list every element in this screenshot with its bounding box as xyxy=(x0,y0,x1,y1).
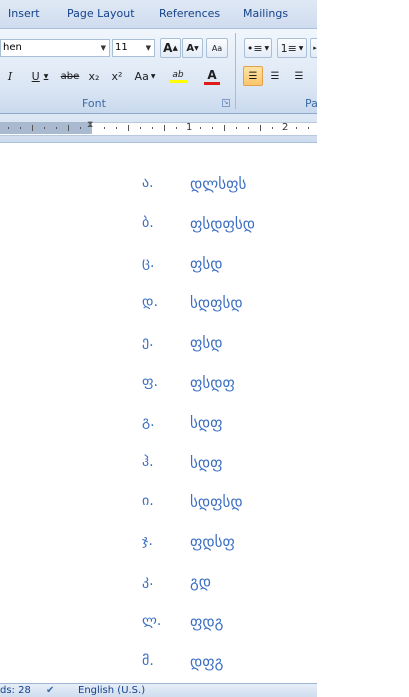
list-number: დ. xyxy=(142,294,158,311)
list-item[interactable]: დ. სდფსდ xyxy=(0,294,317,318)
list-item[interactable]: ე. ფსდ xyxy=(0,334,317,358)
list-text: ფდგ xyxy=(190,612,224,631)
font-dialog-launcher-icon[interactable]: ↘ xyxy=(222,99,230,107)
shrink-font-button[interactable]: A ▼ xyxy=(182,38,203,58)
font-color-icon: A xyxy=(207,67,217,82)
ruler-number: 2 xyxy=(282,122,289,133)
list-item[interactable]: ჯ. ფდსფ xyxy=(0,533,317,557)
highlight-button[interactable]: ab xyxy=(163,66,193,86)
list-item[interactable]: ლ. ფდგ xyxy=(0,613,317,637)
list-item[interactable]: ფ. ფსდფ xyxy=(0,374,317,398)
align-left-button[interactable]: ☰ xyxy=(243,66,263,86)
list-item[interactable]: ჰ. სდფ xyxy=(0,454,317,478)
horizontal-ruler[interactable]: 1 2 ⧗ xyxy=(0,114,317,143)
font-size-dropdown[interactable]: 11 ▼ xyxy=(112,39,155,57)
language-indicator[interactable]: English (U.S.) xyxy=(78,685,145,696)
chevron-down-icon: ▼ xyxy=(100,44,106,52)
list-number: ა. xyxy=(142,175,154,191)
strikethrough-button[interactable]: abe xyxy=(58,66,82,86)
list-number: ფ. xyxy=(142,374,159,390)
tab-insert[interactable]: Insert xyxy=(8,7,40,20)
chevron-down-icon: ▼ xyxy=(298,44,304,52)
clear-formatting-button[interactable]: Aa xyxy=(206,38,228,58)
ruler-number: 1 xyxy=(186,122,193,133)
word-window: Insert Page Layout References Mailings h… xyxy=(0,0,317,697)
italic-button[interactable]: I xyxy=(2,66,18,86)
list-text: ფსდფ xyxy=(190,374,235,392)
list-item[interactable]: კ. გდ xyxy=(0,573,317,597)
font-color-bar xyxy=(204,81,220,85)
highlight-color-bar xyxy=(169,79,187,83)
list-number: ჰ. xyxy=(142,453,154,470)
tab-page-layout[interactable]: Page Layout xyxy=(67,7,135,20)
list-text: სდფ xyxy=(190,413,223,432)
list-text: ფსდ xyxy=(190,254,223,273)
ribbon-tab-bar: Insert Page Layout References Mailings xyxy=(0,0,317,29)
align-right-icon: ☰ xyxy=(294,70,304,82)
font-name-dropdown[interactable]: hen ▼ xyxy=(0,39,110,57)
list-text: სდფ xyxy=(190,453,223,472)
underline-button[interactable]: U ▼ xyxy=(26,66,54,86)
list-item[interactable]: მ. დფგ xyxy=(0,653,317,677)
shrink-arrow-icon: ▼ xyxy=(194,44,199,52)
list-text: ფდსფ xyxy=(190,533,235,552)
numbering-button[interactable]: 1≡ ▼ xyxy=(277,38,307,58)
ruler-margin xyxy=(0,122,92,134)
list-text: დფგ xyxy=(190,652,224,671)
list-number: ბ. xyxy=(142,214,154,231)
list-item[interactable]: ბ. ფსდფსდ xyxy=(0,215,317,239)
proofing-icon[interactable]: ✔ xyxy=(46,685,54,696)
chevron-down-icon: ▼ xyxy=(43,72,49,80)
list-item[interactable]: ც. ფსდ xyxy=(0,255,317,279)
chevron-right-icon: ▸ xyxy=(313,44,317,52)
list-number: კ. xyxy=(142,573,154,589)
list-text: სდფსდ xyxy=(190,294,243,313)
ribbon: hen ▼ 11 ▼ A ▲ A ▼ Aa •≡ ▼ 1≡ ▼ ▸ I U ▼ … xyxy=(0,29,317,114)
list-text: სდფსდ xyxy=(190,493,243,512)
highlighter-icon: ab xyxy=(172,69,184,80)
font-size-value: 11 xyxy=(115,42,128,53)
chevron-down-icon: ▼ xyxy=(264,44,270,52)
superscript-button[interactable]: x² xyxy=(107,66,127,86)
align-right-button[interactable]: ☰ xyxy=(289,66,309,86)
indent-marker-icon[interactable]: ⧗ xyxy=(87,120,93,130)
word-count[interactable]: ds: 28 xyxy=(0,685,31,696)
change-case-button[interactable]: Aa ▼ xyxy=(131,66,159,86)
paragraph-group-label: Pa xyxy=(305,97,317,110)
list-number: გ. xyxy=(142,413,155,430)
document-page[interactable]: ა. დლსფს ბ. ფსდფსდ ც. ფსდ დ. სდფსდ ე. ფსდ ფ. ფსდფ გ.… xyxy=(0,143,317,683)
chevron-down-icon: ▼ xyxy=(150,72,156,80)
subscript-button[interactable]: x₂ xyxy=(84,66,104,86)
list-number: ც. xyxy=(142,254,155,271)
font-group-label: Font xyxy=(82,97,106,110)
list-number: ე. xyxy=(142,334,154,351)
list-number: ლ. xyxy=(142,612,162,629)
align-center-button[interactable]: ☰ xyxy=(265,66,285,86)
list-item[interactable]: ი. სდფსდ xyxy=(0,493,317,517)
list-number: ჯ. xyxy=(142,533,153,550)
list-item[interactable]: ა. დლსფს xyxy=(0,175,317,199)
grow-font-button[interactable]: A ▲ xyxy=(160,38,181,58)
list-number: ი. xyxy=(142,493,154,510)
grow-arrow-icon: ▲ xyxy=(172,44,178,52)
list-text: ფსდ xyxy=(190,334,223,353)
list-text: ფსდფსდ xyxy=(190,214,255,233)
font-name-value: hen xyxy=(3,42,22,53)
align-left-icon: ☰ xyxy=(248,70,258,82)
list-text: გდ xyxy=(190,573,211,591)
list-number: მ. xyxy=(142,652,154,669)
group-separator xyxy=(235,33,236,109)
bullets-button[interactable]: •≡ ▼ xyxy=(244,38,272,58)
more-button[interactable]: ▸ xyxy=(310,38,317,58)
list-item[interactable]: გ. სდფ xyxy=(0,414,317,438)
align-center-icon: ☰ xyxy=(270,70,280,82)
status-bar: ds: 28 ✔ English (U.S.) xyxy=(0,683,317,697)
tab-references[interactable]: References xyxy=(159,7,220,20)
list-text: დლსფს xyxy=(190,175,247,193)
chevron-down-icon: ▼ xyxy=(145,44,151,52)
font-color-button[interactable]: A xyxy=(197,66,227,86)
tab-mailings[interactable]: Mailings xyxy=(243,7,288,20)
